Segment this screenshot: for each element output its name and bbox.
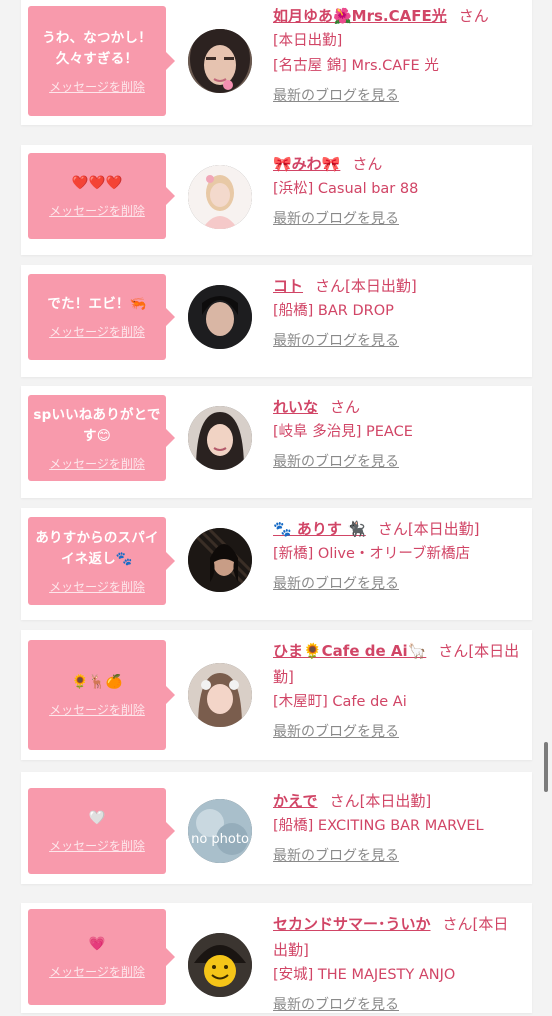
message-bubble: でた！エビ！🦐 メッセージを削除: [28, 274, 175, 360]
profile-name-link[interactable]: 🐾 ありす 🐈‍⬛: [273, 520, 366, 538]
shop-name: [船橋] EXCITING BAR MARVEL: [273, 818, 484, 834]
card-info: ひま🌻Cafe de Ai🦙 さん[本日出勤] [木屋町] Cafe de Ai …: [273, 638, 522, 743]
card-info: セカンドサマー･ういか さん[本日出勤] [安城] THE MAJESTY ANJ…: [273, 911, 522, 1016]
profile-name-link[interactable]: コト: [273, 277, 303, 295]
message-text: 🤍: [88, 810, 106, 826]
honorific: さん: [442, 915, 473, 933]
message-text: ありすからのスパイイネ返し🐾: [35, 529, 159, 567]
message-card: 🤍 メッセージを削除 no photo かえで さん[本日出勤] [船橋] EXC…: [21, 772, 532, 884]
shop-name: [新橋] Olive・オリーブ新橋店: [273, 546, 471, 562]
message-bubble: 🌻🦌🍊 メッセージを削除: [28, 640, 175, 750]
avatar[interactable]: [188, 285, 252, 349]
avatar[interactable]: [188, 29, 252, 93]
card-info: 🐾 ありす 🐈‍⬛ さん[本日出勤] [新橋] Olive・オリーブ新橋店 最新の…: [273, 516, 522, 595]
card-info: 如月ゆあ🌺Mrs.CAFE光 さん [本日出勤] [名古屋 錦] Mrs.CAFE…: [273, 3, 522, 107]
avatar[interactable]: [188, 165, 252, 229]
avatar[interactable]: [188, 528, 252, 592]
message-list: うわ、なつかし！久々すぎる！ メッセージを削除 如月ゆあ🌺Mrs.CAFE光 さん…: [0, 0, 552, 1013]
honorific: さん: [438, 642, 469, 660]
message-card: うわ、なつかし！久々すぎる！ メッセージを削除 如月ゆあ🌺Mrs.CAFE光 さん…: [21, 0, 532, 125]
latest-blog-link[interactable]: 最新のブログを見る: [273, 573, 399, 595]
card-info: コト さん[本日出勤] [船橋] BAR DROP 最新のブログを見る: [273, 273, 522, 352]
no-photo-text: no photo: [191, 832, 249, 847]
message-text: うわ、なつかし！久々すぎる！: [42, 29, 152, 67]
message-bubble: ありすからのスパイイネ返し🐾 メッセージを削除: [28, 517, 175, 605]
message-text: でた！エビ！🦐: [47, 296, 147, 312]
honorific: さん: [352, 155, 383, 173]
shift-status: [本日出勤]: [407, 520, 480, 538]
message-card: 💗 メッセージを削除 セカンドサマー･ういか さん[本日出勤] [安城] THE …: [21, 903, 532, 1013]
honorific: さん: [377, 520, 408, 538]
message-card: でた！エビ！🦐 メッセージを削除 コト さん[本日出勤] [船橋] BAR DRO…: [21, 265, 532, 377]
message-card: spいいねありがとです😊 メッセージを削除 れいな さん [岐阜 多治見] PEA…: [21, 386, 532, 498]
avatar[interactable]: [188, 933, 252, 997]
message-card: ありすからのスパイイネ返し🐾 メッセージを削除 🐾 ありす 🐈‍⬛ さん[本日出勤…: [21, 508, 532, 620]
latest-blog-link[interactable]: 最新のブログを見る: [273, 85, 399, 107]
shift-status: [本日出勤]: [273, 33, 343, 49]
honorific: さん: [315, 277, 346, 295]
profile-name-link[interactable]: かえで: [273, 792, 318, 810]
message-bubble: うわ、なつかし！久々すぎる！ メッセージを削除: [28, 6, 175, 116]
latest-blog-link[interactable]: 最新のブログを見る: [273, 208, 399, 230]
latest-blog-link[interactable]: 最新のブログを見る: [273, 721, 399, 743]
latest-blog-link[interactable]: 最新のブログを見る: [273, 994, 399, 1016]
delete-message-link[interactable]: メッセージを削除: [49, 578, 145, 595]
scrollbar[interactable]: [544, 742, 548, 792]
delete-message-link[interactable]: メッセージを削除: [49, 323, 145, 340]
shop-name: [船橋] BAR DROP: [273, 303, 394, 319]
message-text: 💗: [88, 936, 106, 952]
shop-name: [名古屋 錦] Mrs.CAFE 光: [273, 58, 439, 74]
profile-name-link[interactable]: ひま🌻Cafe de Ai🦙: [273, 642, 426, 660]
message-text: 🌻🦌🍊: [71, 674, 123, 690]
message-text: spいいねありがとです😊: [33, 406, 161, 444]
avatar[interactable]: [188, 406, 252, 470]
message-text: ❤️❤️❤️: [71, 175, 123, 191]
delete-message-link[interactable]: メッセージを削除: [49, 701, 145, 718]
shop-name: [安城] THE MAJESTY ANJO: [273, 967, 456, 983]
shop-name: [木屋町] Cafe de Ai: [273, 694, 407, 710]
honorific: さん: [329, 792, 360, 810]
message-bubble: 🤍 メッセージを削除: [28, 788, 175, 874]
profile-name-link[interactable]: セカンドサマー･ういか: [273, 915, 431, 933]
card-info: れいな さん [岐阜 多治見] PEACE 最新のブログを見る: [273, 394, 522, 473]
message-bubble: spいいねありがとです😊 メッセージを削除: [28, 395, 175, 481]
delete-message-link[interactable]: メッセージを削除: [49, 455, 145, 472]
avatar[interactable]: no photo: [188, 799, 252, 863]
message-bubble: 💗 メッセージを削除: [28, 909, 175, 1005]
delete-message-link[interactable]: メッセージを削除: [49, 78, 145, 95]
latest-blog-link[interactable]: 最新のブログを見る: [273, 451, 399, 473]
card-info: かえで さん[本日出勤] [船橋] EXCITING BAR MARVEL 最新の…: [273, 788, 522, 867]
shift-status: [本日出勤]: [359, 792, 432, 810]
latest-blog-link[interactable]: 最新のブログを見る: [273, 845, 399, 867]
shop-name: [岐阜 多治見] PEACE: [273, 424, 413, 440]
honorific: さん: [458, 7, 489, 25]
profile-name-link[interactable]: 🎀みわ🎀: [273, 155, 340, 173]
delete-message-link[interactable]: メッセージを削除: [49, 837, 145, 854]
delete-message-link[interactable]: メッセージを削除: [49, 963, 145, 980]
shop-name: [浜松] Casual bar 88: [273, 181, 419, 197]
profile-name-link[interactable]: 如月ゆあ🌺Mrs.CAFE光: [273, 7, 447, 25]
honorific: さん: [330, 398, 361, 416]
delete-message-link[interactable]: メッセージを削除: [49, 202, 145, 219]
card-info: 🎀みわ🎀 さん [浜松] Casual bar 88 最新のブログを見る: [273, 151, 522, 230]
message-card: ❤️❤️❤️ メッセージを削除 🎀みわ🎀 さん [浜松] Casual bar 8…: [21, 145, 532, 255]
message-card: 🌻🦌🍊 メッセージを削除 ひま🌻Cafe de Ai🦙 さん[本日出勤] [木屋町…: [21, 630, 532, 760]
profile-name-link[interactable]: れいな: [273, 398, 318, 416]
shift-status: [本日出勤]: [345, 277, 417, 295]
latest-blog-link[interactable]: 最新のブログを見る: [273, 330, 399, 352]
message-bubble: ❤️❤️❤️ メッセージを削除: [28, 153, 175, 239]
avatar[interactable]: [188, 663, 252, 727]
